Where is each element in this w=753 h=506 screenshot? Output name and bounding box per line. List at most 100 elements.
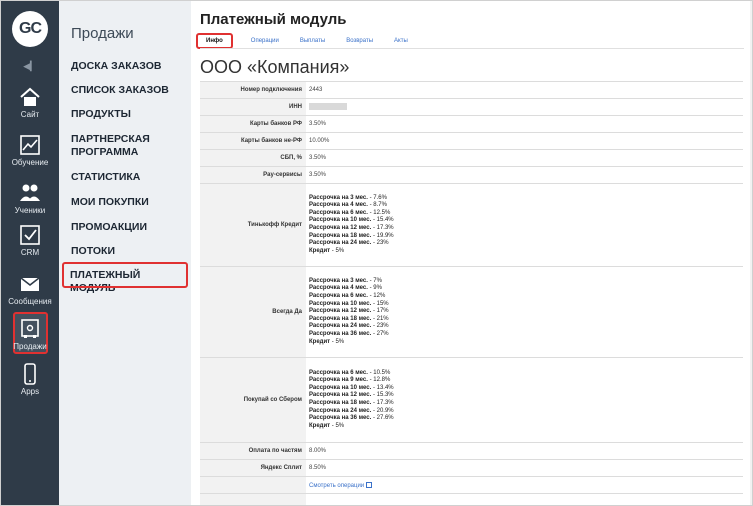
- plan-rate: - 7%: [367, 277, 382, 284]
- plan-name: Рассрочка на 10 мес.: [309, 384, 372, 391]
- row-key: Всегда Да: [200, 266, 306, 358]
- page-title: Платежный модуль: [200, 11, 347, 28]
- row-value: 3.50%: [306, 149, 743, 167]
- plan-name: Рассрочка на 10 мес.: [309, 300, 372, 307]
- rail-item-sales[interactable]: Продажи: [1, 318, 59, 351]
- plan-rate: - 15.3%: [371, 392, 394, 399]
- plan-name: Рассрочка на 6 мес.: [309, 209, 368, 216]
- row-key: Pay-сервисы: [200, 166, 306, 184]
- nav-item-streams[interactable]: ПОТОКИ: [71, 245, 189, 258]
- row-value: 8.50%: [306, 459, 743, 477]
- rail-item-label: Обучение: [11, 158, 49, 167]
- plan-rate: - 27%: [371, 330, 389, 337]
- plan-line: Рассрочка на 4 мес. - 8.7%: [309, 202, 740, 210]
- plan-name: Рассрочка на 36 мес.: [309, 330, 372, 337]
- plan-line: Рассрочка на 4 мес. - 9%: [309, 285, 740, 293]
- plan-line: Рассрочка на 18 мес. - 17.3%: [309, 400, 740, 408]
- rail-item-label: Ученики: [14, 206, 46, 215]
- plan-rate: - 21%: [371, 315, 389, 322]
- plan-rate: - 10.5%: [367, 369, 391, 376]
- row-key: Оплата по частям: [200, 442, 306, 460]
- plans-list: Рассрочка на 3 мес. - 7% Рассрочка на 4 м…: [306, 266, 743, 358]
- main-content: Платежный модуль Инфо Операции Выплаты В…: [191, 1, 752, 505]
- plan-name: Рассрочка на 24 мес.: [309, 240, 372, 247]
- plan-rate: - 17.3%: [371, 400, 394, 406]
- mail-icon: [20, 277, 40, 291]
- table-row: Смотреть операции: [200, 476, 743, 494]
- nav-item-partner-program[interactable]: ПАРТНЕРСКАЯ ПРОГРАММА: [71, 133, 189, 159]
- nav-item-statistics[interactable]: СТАТИСТИКА: [71, 171, 189, 184]
- rail-item-crm[interactable]: CRM: [1, 224, 59, 257]
- table-row: Карты банков не-РФ 10.00%: [200, 132, 743, 150]
- plan-name: Рассрочка на 24 мес.: [309, 407, 372, 414]
- plan-name: Кредит: [309, 338, 331, 345]
- plan-name: Рассрочка на 36 мес.: [309, 415, 372, 422]
- plan-line: Рассрочка на 3 мес. - 7.6%: [309, 195, 740, 203]
- row-key: Покупай со Сбером: [200, 357, 306, 443]
- row-key: [200, 476, 306, 494]
- plan-line: Кредит - 5%: [309, 248, 740, 256]
- table-row: Покупай со Сбером Рассрочка на 6 мес. - …: [200, 357, 743, 443]
- rail-item-messages[interactable]: Сообщения: [1, 273, 59, 306]
- rail-item-site[interactable]: Сайт: [1, 86, 59, 119]
- view-operations-link[interactable]: Смотреть операции: [309, 483, 364, 489]
- chart-icon: [20, 135, 40, 155]
- rail-item-label: Сайт: [20, 110, 40, 119]
- plan-rate: - 23%: [371, 323, 389, 330]
- table-row: Pay-сервисы 3.50%: [200, 166, 743, 184]
- plan-line: Рассрочка на 6 мес. - 10.5%: [309, 370, 740, 378]
- tab-refunds[interactable]: Возвраты: [346, 38, 373, 44]
- row-value: 2443: [306, 81, 743, 99]
- app-window: GC ◀▎ Сайт Обучение Ученики CRM Сообщени…: [0, 0, 753, 506]
- plans-list: Рассрочка на 6 мес. - 10.5% Рассрочка на …: [306, 357, 743, 443]
- row-key: Тинькофф Кредит: [200, 183, 306, 267]
- plan-line: Рассрочка на 12 мес. - 17%: [309, 308, 740, 316]
- plan-name: Рассрочка на 18 мес.: [309, 232, 372, 239]
- users-icon: [20, 184, 40, 201]
- table-row: Карты банков РФ 3.50%: [200, 115, 743, 133]
- table-row: Оплата по частям 8.00%: [200, 442, 743, 460]
- plan-rate: - 12.5%: [367, 209, 391, 216]
- row-key: СБП, %: [200, 149, 306, 167]
- plan-name: Рассрочка на 4 мес.: [309, 202, 368, 209]
- plan-line: Рассрочка на 36 мес. - 27%: [309, 331, 740, 339]
- info-table: Номер подключения 2443 ИНН Карты банков …: [200, 81, 743, 505]
- plan-name: Кредит: [309, 247, 331, 254]
- plan-line: Кредит - 5%: [309, 339, 740, 347]
- tab-acts[interactable]: Акты: [394, 38, 408, 44]
- rail-item-apps[interactable]: Apps: [1, 363, 59, 396]
- plan-line: Рассрочка на 24 мес. - 23%: [309, 240, 740, 248]
- plan-name: Рассрочка на 12 мес.: [309, 225, 372, 231]
- plan-name: Рассрочка на 18 мес.: [309, 400, 372, 406]
- plan-rate: - 19.9%: [371, 232, 394, 239]
- tab-info[interactable]: Инфо: [196, 33, 233, 49]
- tab-payouts[interactable]: Выплаты: [300, 38, 325, 44]
- tab-operations[interactable]: Операции: [251, 38, 279, 44]
- nav-item-my-purchases[interactable]: МОИ ПОКУПКИ: [71, 196, 189, 209]
- nav-item-orders-board[interactable]: ДОСКА ЗАКАЗОВ: [71, 60, 189, 73]
- masked-inn: [309, 103, 347, 111]
- rail-item-label: Продажи: [13, 342, 47, 351]
- nav-item-products[interactable]: ПРОДУКТЫ: [71, 108, 189, 121]
- section-nav: Продажи ДОСКА ЗАКАЗОВ СПИСОК ЗАКАЗОВ ПРО…: [59, 1, 191, 505]
- collapse-icon[interactable]: ◀▎: [23, 61, 37, 71]
- plan-line: Рассрочка на 10 мес. - 15%: [309, 301, 740, 309]
- company-name: ООО «Компания»: [200, 57, 350, 77]
- rail-item-learning[interactable]: Обучение: [1, 134, 59, 167]
- plan-rate: - 13.4%: [371, 384, 394, 391]
- nav-item-orders-list[interactable]: СПИСОК ЗАКАЗОВ: [71, 84, 189, 97]
- rail-item-students[interactable]: Ученики: [1, 182, 59, 215]
- plan-rate: - 20.9%: [371, 407, 394, 414]
- plan-rate: - 12%: [367, 293, 386, 300]
- plan-rate: - 7.6%: [367, 194, 387, 201]
- nav-item-promotions[interactable]: ПРОМОАКЦИИ: [71, 221, 189, 234]
- table-row: Всегда Да Рассрочка на 3 мес. - 7% Рассро…: [200, 266, 743, 358]
- plan-line: Рассрочка на 6 мес. - 12%: [309, 293, 740, 301]
- gc-logo[interactable]: GC: [12, 11, 48, 47]
- plan-line: Рассрочка на 12 мес. - 15.3%: [309, 392, 740, 400]
- plan-rate: - 15%: [371, 300, 389, 307]
- plan-name: Рассрочка на 12 мес.: [309, 392, 372, 399]
- plan-name: Рассрочка на 18 мес.: [309, 315, 372, 322]
- row-key: Яндекс Сплит: [200, 459, 306, 477]
- plan-line: Рассрочка на 24 мес. - 20.9%: [309, 408, 740, 416]
